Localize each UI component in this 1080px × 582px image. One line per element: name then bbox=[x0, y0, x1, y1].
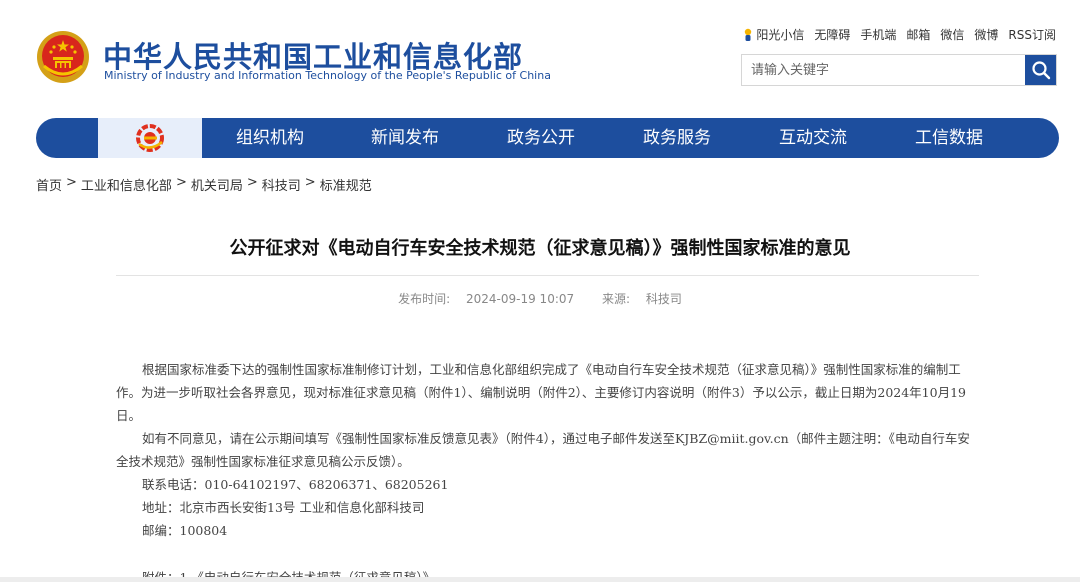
toplink-rss[interactable]: RSS订阅 bbox=[1008, 26, 1056, 43]
main-nav: 组织机构 新闻发布 政务公开 政务服务 互动交流 工信数据 bbox=[36, 118, 1059, 158]
bottom-edge bbox=[0, 577, 1080, 582]
national-emblem-icon[interactable] bbox=[36, 30, 90, 84]
breadcrumb-separator: > bbox=[304, 175, 316, 190]
contact-phone: 联系电话：010-64102197、68206371、68205261 bbox=[142, 477, 449, 492]
article-paragraph: 根据国家标准委下达的强制性国家标准制修订计划，工业和信息化部组织完成了《电动自行… bbox=[116, 362, 966, 423]
breadcrumb: 首页 > 工业和信息化部 > 机关司局 > 科技司 > 标准规范 bbox=[36, 175, 372, 194]
toplink-label: 阳光小信 bbox=[756, 28, 805, 42]
nav-item-government-affairs[interactable]: 政务公开 bbox=[507, 118, 575, 158]
nav-item-data[interactable]: 工信数据 bbox=[915, 118, 983, 158]
breadcrumb-science-dept[interactable]: 科技司 bbox=[262, 175, 301, 194]
miit-logo-icon bbox=[136, 124, 164, 152]
title-divider bbox=[116, 275, 979, 276]
top-links: 阳光小信 无障碍 手机端 邮箱 微信 微博 RSS订阅 bbox=[743, 26, 1056, 43]
contact-address: 地址：北京市西长安街13号 工业和信息化部科技司 bbox=[142, 500, 425, 515]
breadcrumb-separator: > bbox=[246, 175, 258, 190]
toplink-wechat[interactable]: 微信 bbox=[940, 26, 964, 43]
nav-home-logo[interactable] bbox=[98, 118, 202, 158]
breadcrumb-standards[interactable]: 标准规范 bbox=[320, 175, 372, 194]
nav-item-interaction[interactable]: 互动交流 bbox=[779, 118, 847, 158]
site-header: 中华人民共和国工业和信息化部 Ministry of Industry and … bbox=[0, 0, 1080, 110]
nav-item-news[interactable]: 新闻发布 bbox=[371, 118, 439, 158]
toplink-mobile[interactable]: 手机端 bbox=[860, 26, 896, 43]
article-paragraph: 如有不同意见，请在公示期间填写《强制性国家标准反馈意见表》（附件4），通过电子邮… bbox=[116, 431, 970, 469]
breadcrumb-home[interactable]: 首页 bbox=[36, 175, 62, 194]
article-title: 公开征求对《电动自行车安全技术规范（征求意见稿）》强制性国家标准的意见 bbox=[229, 238, 851, 259]
toplink-mail[interactable]: 邮箱 bbox=[906, 26, 930, 43]
contact-postcode: 邮编：100804 bbox=[142, 523, 228, 538]
toplink-sunshine[interactable]: 阳光小信 bbox=[743, 26, 804, 43]
sunshine-mascot-icon bbox=[745, 28, 752, 41]
search-box bbox=[741, 54, 1057, 86]
breadcrumb-separator: > bbox=[175, 175, 187, 190]
publish-time: 2024-09-19 10:07 bbox=[466, 292, 575, 306]
breadcrumb-ministry[interactable]: 工业和信息化部 bbox=[81, 175, 172, 194]
breadcrumb-separator: > bbox=[66, 175, 77, 190]
source-label: 来源: bbox=[601, 292, 631, 306]
nav-item-services[interactable]: 政务服务 bbox=[643, 118, 711, 158]
search-input[interactable] bbox=[742, 55, 1026, 85]
article-body: 根据国家标准委下达的强制性国家标准制修订计划，工业和信息化部组织完成了《电动自行… bbox=[116, 358, 982, 582]
publish-label: 发布时间: bbox=[398, 292, 451, 306]
toplink-accessibility[interactable]: 无障碍 bbox=[814, 26, 850, 43]
search-button[interactable] bbox=[1025, 55, 1056, 85]
site-title-en[interactable]: Ministry of Industry and Information Tec… bbox=[104, 69, 551, 82]
source-value: 科技司 bbox=[645, 292, 682, 306]
nav-item-organization[interactable]: 组织机构 bbox=[236, 118, 304, 158]
breadcrumb-departments[interactable]: 机关司局 bbox=[191, 175, 243, 194]
search-icon bbox=[1031, 61, 1050, 80]
article-meta: 发布时间: 2024-09-19 10:07 来源: 科技司 bbox=[0, 290, 1080, 307]
toplink-weibo[interactable]: 微博 bbox=[974, 26, 998, 43]
